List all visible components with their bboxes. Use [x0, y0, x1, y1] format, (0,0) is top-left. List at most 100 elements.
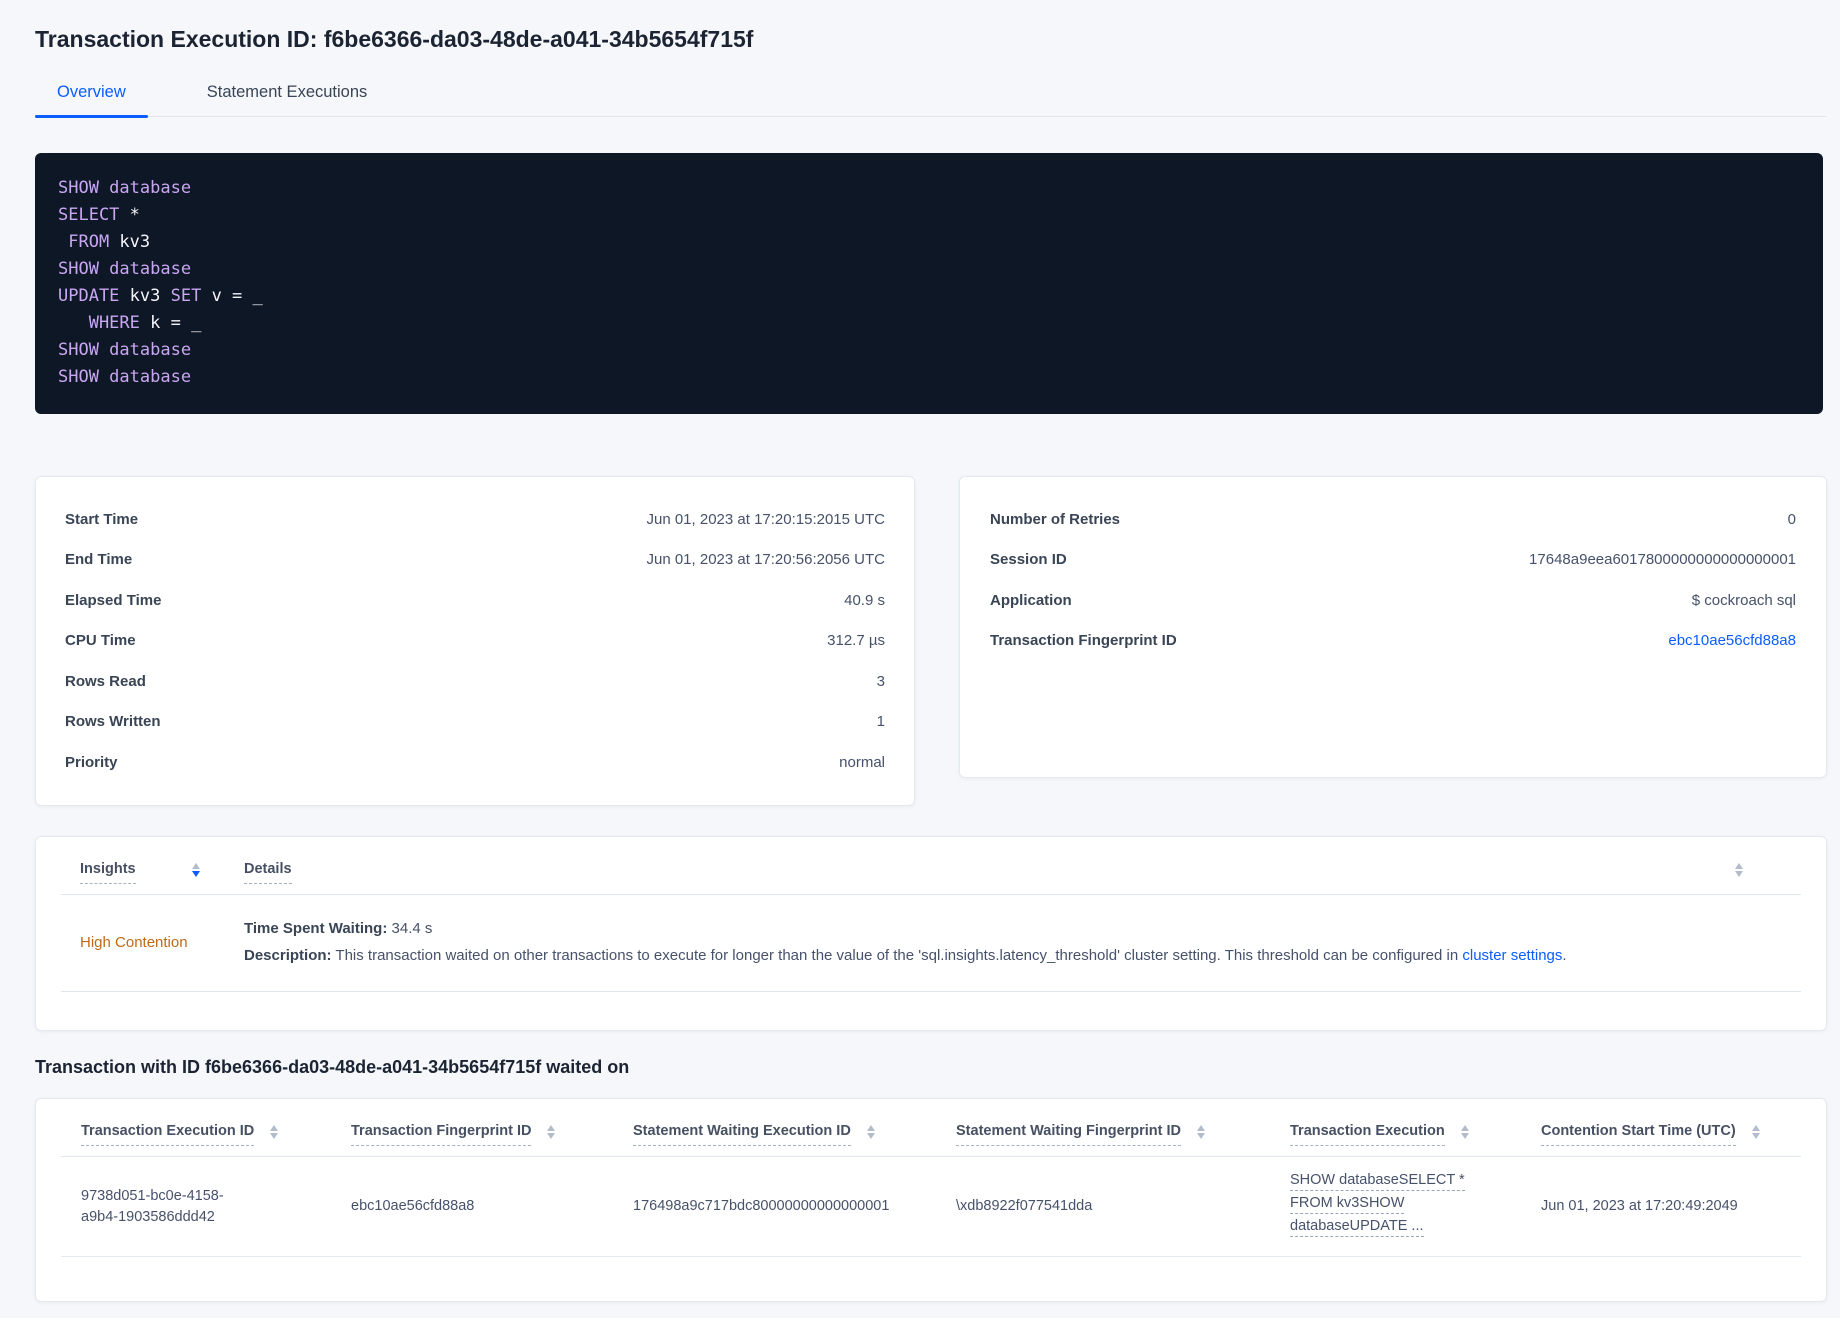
sort-icon[interactable]: [866, 1125, 875, 1139]
waited-on-table-card: Transaction Execution ID Transaction Fin…: [35, 1098, 1827, 1302]
sql-token: SHOW database: [58, 259, 192, 279]
waited-on-heading: Transaction with ID f6be6366-da03-48de-a…: [35, 1057, 630, 1077]
sort-asc-icon: [191, 863, 200, 869]
stat-row-end-time: End Time Jun 01, 2023 at 17:20:56:2056 U…: [65, 540, 885, 581]
sql-token: kv3: [119, 286, 171, 306]
execution-stats-card: Start Time Jun 01, 2023 at 17:20:15:2015…: [35, 476, 915, 806]
tab-bar: Overview Statement Executions: [35, 83, 1826, 118]
stat-value: 3: [876, 672, 885, 690]
column-header-contention-start-time: Contention Start Time (UTC): [1541, 1123, 1801, 1146]
stat-row-number-of-retries: Number of Retries 0: [990, 499, 1796, 540]
stat-row-elapsed-time: Elapsed Time 40.9 s: [65, 580, 885, 621]
sort-icon[interactable]: [1460, 1125, 1469, 1139]
sort-asc-icon: [1735, 863, 1743, 869]
sql-token: *: [119, 205, 140, 225]
transaction-execution-snippet-line[interactable]: FROM kv3SHOW: [1290, 1195, 1405, 1214]
insights-table-card: Insights Details High Contention Time Sp…: [35, 836, 1827, 1031]
sort-desc-icon: [270, 1133, 279, 1139]
sort-desc-icon: [866, 1133, 875, 1139]
stat-label: Priority: [65, 753, 118, 771]
sql-token: SET: [170, 286, 202, 306]
page-content: Transaction Execution ID: f6be6366-da03-…: [0, 0, 1840, 1302]
tab-statement-executions[interactable]: Statement Executions: [185, 83, 390, 116]
sort-asc-icon: [866, 1125, 875, 1131]
stat-value: 1: [876, 713, 885, 731]
stat-label: Number of Retries: [990, 510, 1121, 528]
insights-sort-header[interactable]: Insights: [80, 861, 136, 884]
sort-desc-icon: [1751, 1133, 1760, 1139]
details-column-header[interactable]: Details: [244, 861, 292, 884]
stat-row-session-id: Session ID 17648a9eea6017800000000000000…: [990, 540, 1796, 581]
stat-row-priority: Priority normal: [65, 742, 885, 783]
column-sort-label[interactable]: Transaction Execution: [1290, 1123, 1445, 1146]
stat-label: Session ID: [990, 551, 1067, 569]
stat-row-start-time: Start Time Jun 01, 2023 at 17:20:15:2015…: [65, 499, 885, 540]
stat-label: End Time: [65, 551, 133, 569]
column-header-statement-waiting-fingerprint-id: Statement Waiting Fingerprint ID: [956, 1123, 1290, 1146]
sql-token: UPDATE: [58, 286, 120, 306]
column-header-transaction-execution: Transaction Execution: [1290, 1123, 1541, 1146]
sql-statements-box: SHOW database SELECT * FROM kv3 SHOW dat…: [35, 153, 1823, 414]
sql-line: WHERE k = _: [58, 310, 1803, 337]
sort-desc-icon: [1735, 871, 1743, 877]
sort-icon[interactable]: [1751, 1125, 1760, 1139]
column-sort-label[interactable]: Statement Waiting Execution ID: [633, 1123, 851, 1146]
sort-asc-icon: [1460, 1125, 1469, 1131]
sql-token: WHERE: [58, 313, 140, 333]
sql-token: SHOW database: [58, 178, 192, 198]
sql-token: SELECT: [58, 205, 120, 225]
sort-icon[interactable]: [1197, 1125, 1206, 1139]
stat-label: Start Time: [65, 510, 139, 528]
sort-asc-icon: [1197, 1125, 1206, 1131]
column-sort-label[interactable]: Transaction Execution ID: [81, 1123, 255, 1146]
description-label: Description:: [244, 946, 332, 964]
insights-column-header: Insights: [61, 861, 244, 884]
column-sort-label[interactable]: Contention Start Time (UTC): [1541, 1123, 1736, 1146]
stat-value: 0: [1787, 510, 1796, 528]
stat-row-rows-read: Rows Read 3: [65, 661, 885, 702]
sort-asc-icon: [270, 1125, 279, 1131]
cell-contention-start-time: Jun 01, 2023 at 17:20:49:2049: [1541, 1198, 1738, 1214]
sql-line: UPDATE kv3 SET v = _: [58, 283, 1803, 310]
sql-line: SHOW database: [58, 175, 1803, 202]
page-title: Transaction Execution ID: f6be6366-da03-…: [35, 26, 754, 52]
sort-icon[interactable]: [270, 1125, 279, 1139]
insight-waiting-line: Time Spent Waiting: 34.4 s: [244, 919, 1801, 939]
transaction-fingerprint-id-link[interactable]: ebc10ae56cfd88a8: [1668, 632, 1796, 649]
column-header-statement-waiting-execution-id: Statement Waiting Execution ID: [633, 1123, 956, 1146]
stat-row-application: Application $ cockroach sql: [990, 580, 1796, 621]
transaction-execution-snippet-line[interactable]: databaseUPDATE ...: [1290, 1218, 1424, 1237]
column-sort-label[interactable]: Statement Waiting Fingerprint ID: [956, 1123, 1182, 1146]
description-period: .: [1562, 946, 1567, 964]
sql-token: v = _: [201, 286, 263, 306]
sql-token: kv3: [109, 232, 151, 252]
cell-transaction-fingerprint-id: ebc10ae56cfd88a8: [351, 1198, 475, 1214]
insight-table-row: High Contention Time Spent Waiting: 34.4…: [61, 895, 1801, 992]
cluster-settings-link[interactable]: cluster settings: [1462, 947, 1562, 964]
insight-details-cell: Time Spent Waiting: 34.4 s Description: …: [244, 919, 1801, 966]
cell-transaction-execution-id: 9738d051-bc0e-4158-a9b4-1903586ddd42: [81, 1187, 224, 1225]
sort-icon[interactable]: [547, 1125, 556, 1139]
stat-value: normal: [839, 753, 885, 771]
column-header-transaction-execution-id: Transaction Execution ID: [81, 1123, 351, 1146]
stat-label: Rows Written: [65, 713, 161, 731]
sql-token: FROM: [58, 232, 110, 252]
stat-value: Jun 01, 2023 at 17:20:56:2056 UTC: [646, 551, 885, 569]
sql-line: SHOW database: [58, 256, 1803, 283]
tab-overview[interactable]: Overview: [35, 83, 148, 118]
stat-value: 312.7 µs: [827, 632, 885, 650]
column-sort-label[interactable]: Transaction Fingerprint ID: [351, 1123, 532, 1146]
waiting-time-label: Time Spent Waiting:: [244, 919, 388, 937]
stat-row-cpu-time: CPU Time 312.7 µs: [65, 621, 885, 662]
sort-desc-icon: [1460, 1133, 1469, 1139]
insights-table-header: Insights Details: [61, 837, 1801, 895]
sort-icon[interactable]: [191, 863, 200, 877]
sort-icon[interactable]: [1735, 863, 1743, 877]
stat-label: Application: [990, 591, 1072, 609]
sql-token: SHOW database: [58, 367, 192, 387]
stat-value: $ cockroach sql: [1691, 591, 1796, 609]
stat-value: 40.9 s: [844, 591, 885, 609]
sql-token: k = _: [139, 313, 202, 333]
transaction-execution-snippet-line[interactable]: SHOW databaseSELECT *: [1290, 1172, 1465, 1191]
transaction-execution-details-page: Transaction Execution ID: f6be6366-da03-…: [0, 0, 1840, 1318]
